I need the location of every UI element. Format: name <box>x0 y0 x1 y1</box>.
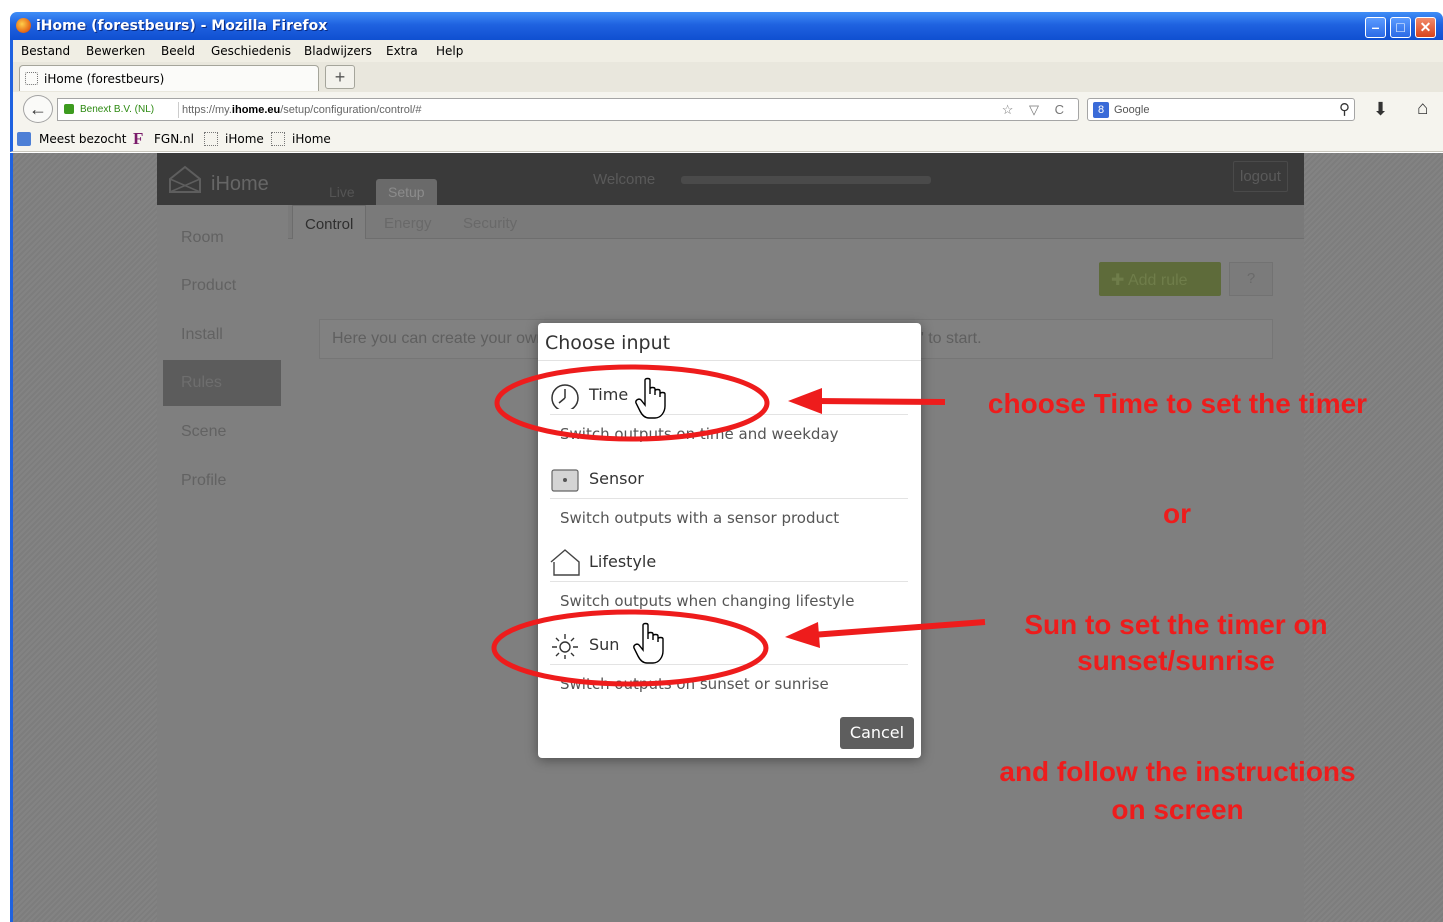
welcome-text: Welcome <box>593 171 656 188</box>
menu-beeld[interactable]: Beeld <box>161 44 195 58</box>
maximize-button[interactable]: □ <box>1390 17 1411 38</box>
fgn-icon: F <box>133 129 144 148</box>
google-icon[interactable]: 8 <box>1093 102 1109 118</box>
page-icon <box>25 72 38 85</box>
divider <box>550 664 908 665</box>
new-tab-button[interactable]: + <box>325 65 355 89</box>
menu-bestand[interactable]: Bestand <box>21 44 70 58</box>
most-visited-icon <box>17 132 31 146</box>
bookmarks-bar: Meest bezocht F FGN.nl iHome iHome <box>10 126 1443 152</box>
page-icon <box>204 132 218 146</box>
bookmark-ihome-2[interactable]: iHome <box>292 132 331 146</box>
username-redacted <box>681 176 931 184</box>
nav-install[interactable]: Install <box>163 312 281 358</box>
divider <box>538 360 921 361</box>
nav-room[interactable]: Room <box>163 215 281 261</box>
app-header: iHome Live Setup Welcome logout <box>157 153 1304 205</box>
bookmark-ihome-1[interactable]: iHome <box>225 132 264 146</box>
annotation-sun-2: sunset/sunrise <box>1077 645 1275 676</box>
subtab-control[interactable]: Control <box>292 205 367 240</box>
nav-product[interactable]: Product <box>163 263 281 309</box>
close-button[interactable]: ✕ <box>1415 17 1436 38</box>
annotation-or: or <box>1163 498 1191 529</box>
menu-extra[interactable]: Extra <box>386 44 418 58</box>
minimize-button[interactable]: – <box>1365 17 1386 38</box>
annotation-time: choose Time to set the timer <box>987 388 1368 419</box>
option-sensor-title: Sensor <box>589 469 644 488</box>
nav-profile[interactable]: Profile <box>163 458 281 504</box>
download-icon[interactable]: ⬇ <box>1373 99 1388 120</box>
option-sensor-description: Switch outputs with a sensor product <box>560 509 840 527</box>
menu-help[interactable]: Help <box>436 44 463 58</box>
back-button[interactable]: ← <box>23 95 53 123</box>
annotation-follow-1: and follow the instructions <box>999 756 1356 787</box>
annotation-sun-1: Sun to set the timer on <box>1024 609 1328 640</box>
choose-input-dialog: Choose input Time Switch outputs on time… <box>538 323 921 758</box>
url-prefix: https://my. <box>182 104 232 116</box>
menu-geschiedenis[interactable]: Geschiedenis <box>211 44 291 58</box>
annotation-follow-2: on screen <box>1111 794 1244 825</box>
sensor-icon <box>551 469 579 492</box>
option-time-description: Switch outputs on time and weekday <box>560 425 839 443</box>
option-time-title: Time <box>589 385 629 404</box>
url-domain: ihome.eu <box>231 104 281 116</box>
help-button[interactable]: ? <box>1229 262 1273 296</box>
dialog-title: Choose input <box>545 332 671 354</box>
window-title: iHome (forestbeurs) - Mozilla Firefox <box>36 18 328 34</box>
divider <box>550 581 908 582</box>
url-bar[interactable]: Benext B.V. (NL) https://my.ihome.eu/set… <box>57 98 1079 121</box>
home-icon[interactable]: ⌂ <box>1417 98 1428 120</box>
search-placeholder: Google <box>1114 104 1150 116</box>
menu-bar: Bestand Bewerken Beeld Geschiedenis Blad… <box>10 40 1443 62</box>
bookmark-fgn[interactable]: FGN.nl <box>154 132 194 146</box>
logout-button[interactable]: logout <box>1233 161 1288 192</box>
sun-icon <box>552 634 578 659</box>
house-icon <box>550 549 580 576</box>
clock-icon <box>551 384 579 409</box>
app-logo[interactable]: iHome <box>211 173 269 196</box>
add-rule-button[interactable]: ✚ Add rule <box>1099 262 1221 296</box>
sub-tabs: Control Energy Security <box>288 205 1304 240</box>
search-icon[interactable]: ⚲ <box>1339 100 1350 118</box>
firefox-icon <box>16 18 31 33</box>
menu-bladwijzers[interactable]: Bladwijzers <box>304 44 372 58</box>
house-logo-icon <box>169 165 201 193</box>
url-text[interactable]: https://my.ihome.eu/setup/configuration/… <box>182 104 421 116</box>
site-identity[interactable]: Benext B.V. (NL) <box>80 104 154 115</box>
page-icon <box>271 132 285 146</box>
subtab-energy[interactable]: Energy <box>384 215 432 232</box>
option-lifestyle-description: Switch outputs when changing lifestyle <box>560 592 855 610</box>
window-titlebar: iHome (forestbeurs) - Mozilla Firefox – … <box>10 12 1443 40</box>
subtab-security[interactable]: Security <box>463 215 517 232</box>
bookmark-meest-bezocht[interactable]: Meest bezocht <box>39 132 126 146</box>
tab-label: iHome (forestbeurs) <box>44 72 165 86</box>
search-input[interactable]: 8 Google ⚲ <box>1087 98 1355 121</box>
menu-bewerken[interactable]: Bewerken <box>86 44 145 58</box>
tab-live[interactable]: Live <box>317 179 367 205</box>
lock-icon <box>64 104 74 114</box>
option-sun-description: Switch outputs on sunset or sunrise <box>560 675 829 693</box>
tab-setup[interactable]: Setup <box>376 179 437 205</box>
navigation-bar: ← Benext B.V. (NL) https://my.ihome.eu/s… <box>10 92 1443 126</box>
nav-scene[interactable]: Scene <box>163 409 281 455</box>
bookmark-star-icon[interactable]: ☆ ▽ C <box>1002 102 1070 118</box>
divider <box>550 414 908 415</box>
url-path: /setup/configuration/control/# <box>280 104 422 116</box>
nav-rules[interactable]: Rules <box>163 360 281 406</box>
divider <box>550 498 908 499</box>
option-sun-title: Sun <box>589 635 620 654</box>
tab-ihome[interactable]: iHome (forestbeurs) <box>19 65 319 91</box>
tab-strip: iHome (forestbeurs) + <box>10 62 1443 92</box>
url-separator <box>178 102 179 118</box>
option-lifestyle-title: Lifestyle <box>589 552 657 571</box>
cancel-button[interactable]: Cancel <box>840 717 914 749</box>
